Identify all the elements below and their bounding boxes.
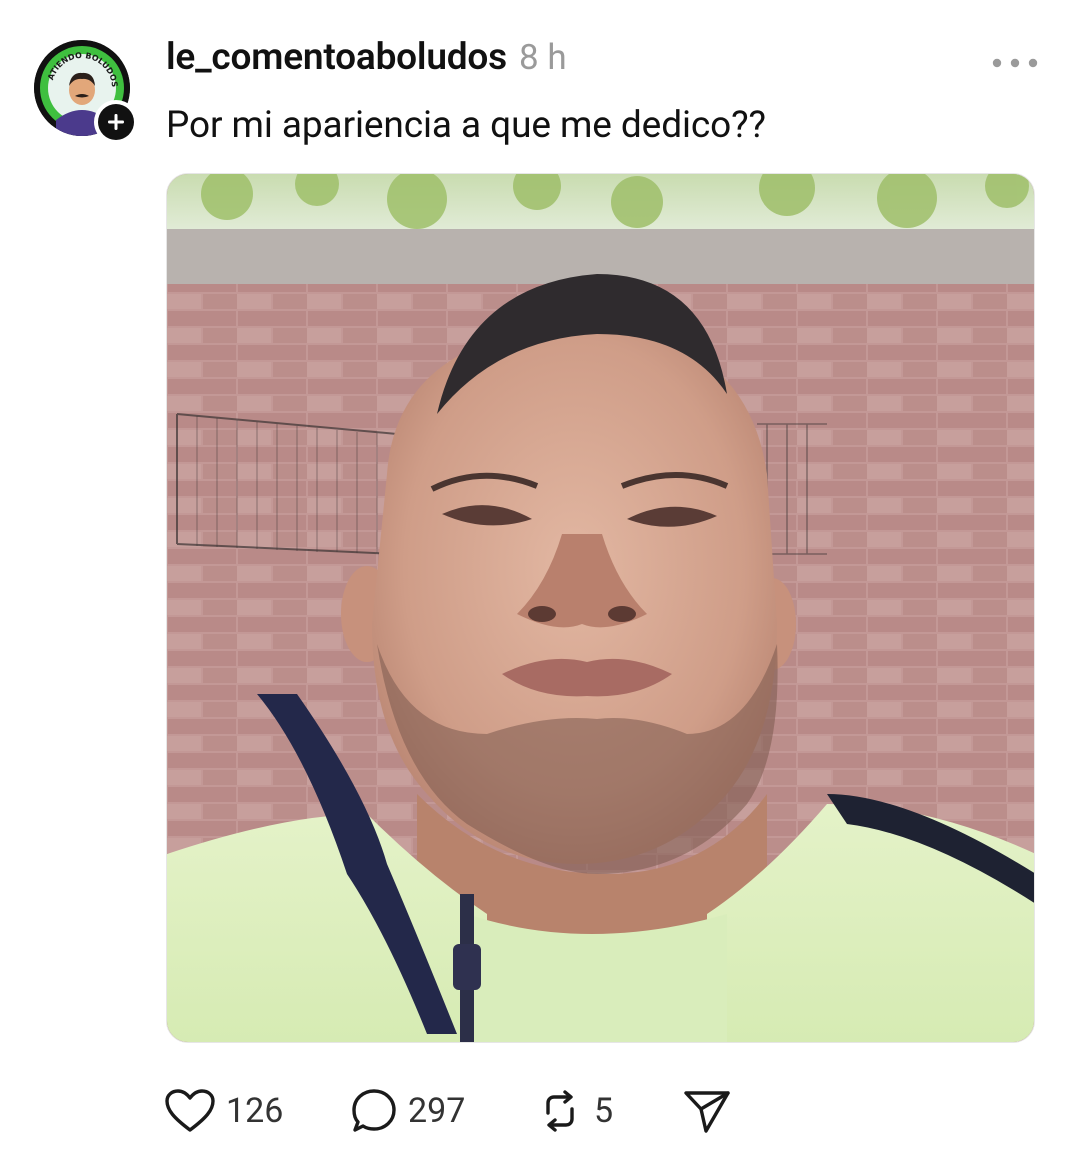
reply-button[interactable]: 297 [350,1087,536,1135]
post-header: le_comentoaboludos 8 h [166,36,567,92]
heart-icon [165,1089,215,1132]
post-image[interactable] [166,173,1035,1043]
like-count: 126 [226,1091,284,1131]
post-actions: 126 297 5 [164,1086,732,1136]
timestamp: 8 h [518,37,567,78]
post-caption: Por mi apariencia a que me dedico?? [166,104,766,147]
avatar-container[interactable]: ATIENDO BOLUDOS [34,40,138,144]
follow-button[interactable] [94,100,138,144]
selfie-photo [167,174,1034,1042]
repost-icon [546,1090,574,1132]
share-button[interactable] [682,1087,732,1135]
like-button[interactable]: 126 [164,1088,350,1134]
comment-bubble-icon [352,1089,396,1132]
repost-button[interactable]: 5 [536,1087,682,1135]
reply-count: 297 [408,1091,466,1131]
thread-post: ATIENDO BOLUDOS le_comentoaboludos 8 h P… [0,0,1080,1169]
more-horizontal-icon [992,58,1038,68]
username[interactable]: le_comentoaboludos [166,36,507,79]
repost-count: 5 [594,1091,614,1131]
plus-icon [98,104,134,140]
send-icon [684,1091,730,1133]
more-options-button[interactable] [985,50,1045,76]
